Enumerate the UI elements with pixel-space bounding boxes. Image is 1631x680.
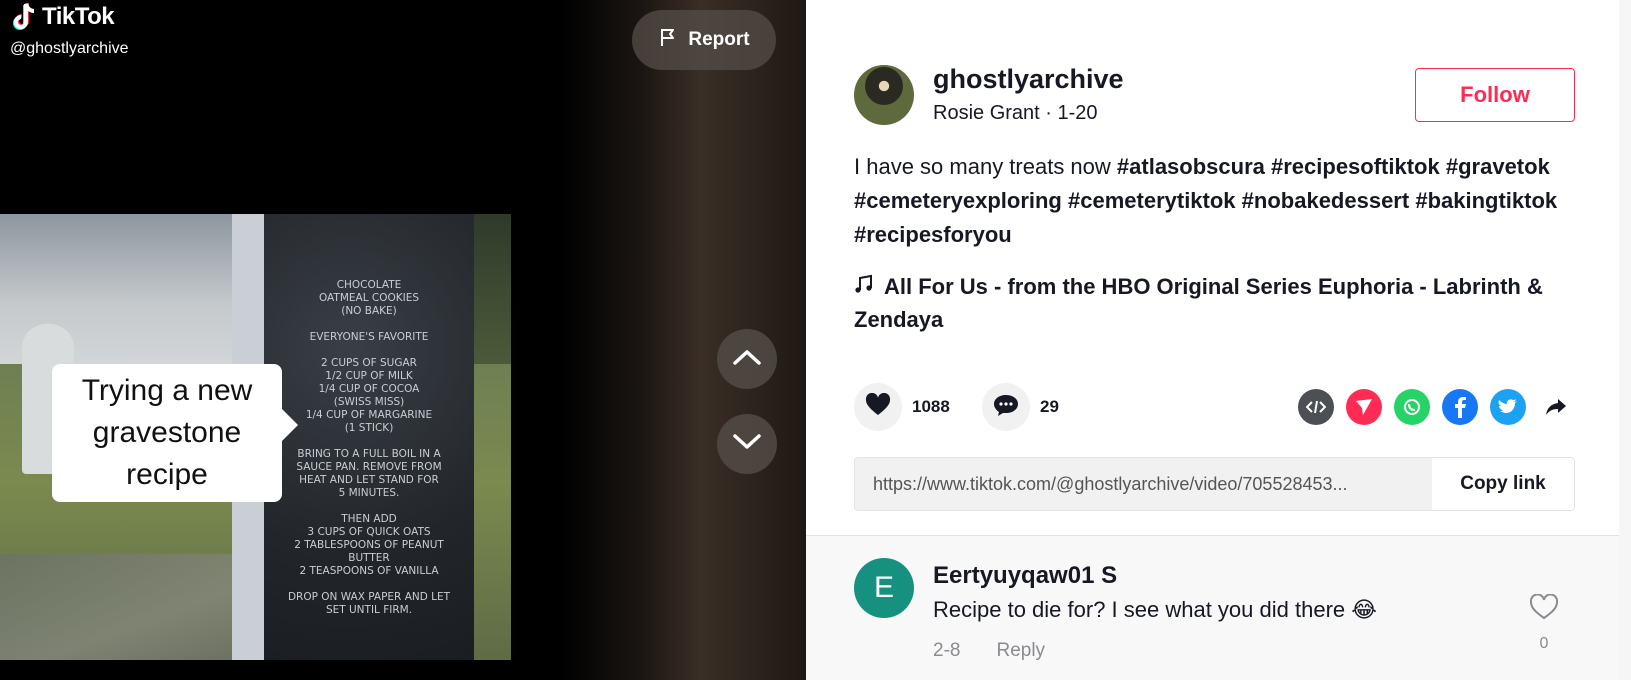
comment-count: 29 <box>1040 397 1059 416</box>
video-watermark-handle: @ghostlyarchive <box>10 40 129 57</box>
twitter-icon[interactable] <box>1490 389 1526 425</box>
hashtag[interactable]: #gravetok <box>1446 154 1550 179</box>
hashtag[interactable]: #recipesoftiktok <box>1271 154 1440 179</box>
comments-section: E Eertyuyqaw01 S Recipe to die for? I se… <box>806 535 1619 680</box>
video-player[interactable]: CHOCOLATE OATMEAL COOKIES (NO BAKE) EVER… <box>0 0 511 680</box>
heart-icon <box>865 392 891 422</box>
comment-button[interactable] <box>982 383 1030 431</box>
whatsapp-icon[interactable] <box>1394 389 1430 425</box>
video-trees <box>474 214 511 364</box>
gravestone-recipe-text: CHOCOLATE OATMEAL COOKIES (NO BAKE) EVER… <box>287 279 451 616</box>
author-username[interactable]: ghostlyarchive <box>933 64 1124 95</box>
next-video-button[interactable] <box>717 414 777 474</box>
video-caption-overlay: Trying a new gravestone recipe <box>52 364 282 502</box>
scrollbar[interactable] <box>1619 0 1631 680</box>
hashtag[interactable]: #nobakedessert <box>1242 188 1410 213</box>
video-link-url[interactable]: https://www.tiktok.com/@ghostlyarchive/v… <box>855 474 1432 495</box>
share-icons <box>1298 389 1574 425</box>
report-button[interactable]: Report <box>632 10 776 70</box>
commenter-name[interactable]: Eertyuyqaw01 S <box>933 562 1117 590</box>
facebook-icon[interactable] <box>1442 389 1478 425</box>
tiktok-logo-icon <box>12 2 38 32</box>
hashtag[interactable]: #recipesforyou <box>854 222 1012 247</box>
follow-button[interactable]: Follow <box>1415 68 1575 122</box>
hashtag[interactable]: #cemeteryexploring <box>854 188 1062 213</box>
video-stage: CHOCOLATE OATMEAL COOKIES (NO BAKE) EVER… <box>0 0 806 680</box>
commenter-avatar[interactable]: E <box>854 558 914 618</box>
embed-icon[interactable] <box>1298 389 1334 425</box>
send-icon[interactable] <box>1346 389 1382 425</box>
like-count: 1088 <box>912 397 950 416</box>
comment-bubble-icon <box>993 393 1019 422</box>
chevron-down-icon <box>732 433 762 456</box>
music-link[interactable]: All For Us - from the HBO Original Serie… <box>854 270 1594 336</box>
hashtag[interactable]: #atlasobscura <box>1117 154 1265 179</box>
share-arrow-icon[interactable] <box>1538 389 1574 425</box>
report-label: Report <box>688 29 750 50</box>
music-title: All For Us - from the HBO Original Serie… <box>854 274 1543 332</box>
comment-like-count: 0 <box>1539 635 1549 652</box>
like-button[interactable] <box>854 383 902 431</box>
hashtag[interactable]: #bakingtiktok <box>1415 188 1557 213</box>
chevron-up-icon <box>732 348 762 371</box>
comment-meta: 2-8 Reply <box>933 640 1045 662</box>
video-description: I have so many treats now #atlasobscura … <box>854 150 1594 252</box>
details-panel: ghostlyarchive Rosie Grant · 1-20 Follow… <box>806 0 1631 680</box>
comment-date: 2-8 <box>933 640 961 661</box>
comment-action[interactable]: 29 <box>982 383 1059 431</box>
comment-reply-button[interactable]: Reply <box>996 640 1045 662</box>
comment-text: Recipe to die for? I see what you did th… <box>933 597 1377 622</box>
video-link-box: https://www.tiktok.com/@ghostlyarchive/v… <box>854 457 1575 511</box>
previous-video-button[interactable] <box>717 329 777 389</box>
music-note-icon <box>854 270 874 303</box>
caption-pointer <box>282 409 298 441</box>
video-path <box>0 554 260 660</box>
like-action[interactable]: 1088 <box>854 383 950 431</box>
description-text: I have so many treats now <box>854 154 1117 179</box>
comment-like[interactable]: 0 <box>1526 593 1562 653</box>
author-avatar[interactable] <box>854 65 914 125</box>
logo-text: TikTok <box>42 3 115 30</box>
video-frame[interactable]: CHOCOLATE OATMEAL COOKIES (NO BAKE) EVER… <box>0 214 511 660</box>
flag-icon <box>658 27 678 53</box>
hashtag[interactable]: #cemeterytiktok <box>1068 188 1236 213</box>
copy-link-button[interactable]: Copy link <box>1432 458 1574 510</box>
tiktok-logo[interactable]: TikTok <box>12 2 115 32</box>
author-subline: Rosie Grant · 1-20 <box>933 102 1098 124</box>
heart-outline-icon[interactable] <box>1529 593 1559 624</box>
